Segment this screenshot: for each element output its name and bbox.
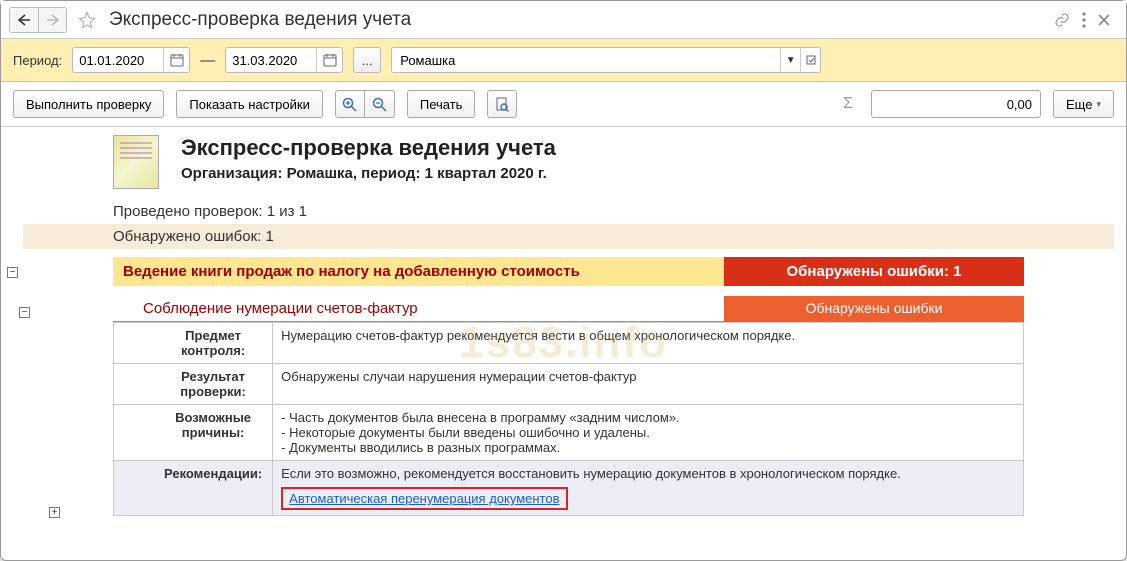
org-select[interactable]: ▼ xyxy=(391,47,821,73)
renumber-link[interactable]: Автоматическая перенумерация документов xyxy=(289,491,559,506)
date-dash: — xyxy=(200,52,215,69)
zoom-group xyxy=(335,90,395,118)
section-header[interactable]: Ведение книги продаж по налогу на добавл… xyxy=(113,257,1024,286)
expand-toggle[interactable]: + xyxy=(49,507,60,518)
org-field[interactable] xyxy=(392,48,780,72)
period-label: Период: xyxy=(13,53,62,68)
report-title: Экспресс-проверка ведения учета xyxy=(181,135,556,161)
date-from-field[interactable] xyxy=(73,53,163,68)
dropdown-icon[interactable]: ▼ xyxy=(780,48,800,72)
print-button[interactable]: Печать xyxy=(407,90,476,118)
forward-button[interactable] xyxy=(38,8,66,32)
calendar-icon[interactable] xyxy=(163,48,189,72)
zoom-in-button[interactable] xyxy=(335,90,365,118)
filter-bar: Период: — ... ▼ xyxy=(1,39,1126,82)
date-to-input[interactable] xyxy=(225,47,343,73)
subsection-title: Соблюдение нумерации счетов-фактур xyxy=(113,296,724,322)
collapse-toggle[interactable]: − xyxy=(19,307,30,318)
recs-label: Рекомендации: xyxy=(114,461,273,516)
titlebar: Экспресс-проверка ведения учета xyxy=(1,1,1126,39)
subsection-status: Обнаружены ошибки xyxy=(724,296,1024,322)
section-status: Обнаружены ошибки: 1 xyxy=(724,257,1024,286)
collapse-toggle[interactable]: − xyxy=(7,267,18,278)
report-body: Экспресс-проверка ведения учета Организа… xyxy=(23,127,1126,516)
window-title: Экспресс-проверка ведения учета xyxy=(109,9,1054,31)
zoom-out-button[interactable] xyxy=(365,90,395,118)
reasons-label: Возможные причины: xyxy=(114,405,273,461)
date-from-input[interactable] xyxy=(72,47,190,73)
document-icon xyxy=(113,135,159,189)
nav-group xyxy=(9,7,67,33)
table-row: Результат проверки: Обнаружены случаи на… xyxy=(114,364,1024,405)
detail-table: Предмет контроля: Нумерацию счетов-факту… xyxy=(113,322,1024,516)
titlebar-actions xyxy=(1054,12,1118,28)
calendar-icon[interactable] xyxy=(316,48,342,72)
recs-text: Если это возможно, рекомендуется восстан… xyxy=(281,466,901,481)
action-toolbar: Выполнить проверку Показать настройки Пе… xyxy=(1,82,1126,127)
date-to-field[interactable] xyxy=(226,53,316,68)
checks-done-row: Проведено проверок: 1 из 1 xyxy=(23,199,1114,224)
subsection-header[interactable]: Соблюдение нумерации счетов-фактур Обнар… xyxy=(113,296,1024,322)
table-row: Рекомендации: Если это возможно, рекомен… xyxy=(114,461,1024,516)
result-label: Результат проверки: xyxy=(114,364,273,405)
section-title: Ведение книги продаж по налогу на добавл… xyxy=(113,257,724,286)
errors-found-row: Обнаружено ошибок: 1 xyxy=(23,224,1114,249)
reasons-text: - Часть документов была внесена в програ… xyxy=(273,405,1024,461)
report-header: Экспресс-проверка ведения учета Организа… xyxy=(23,127,1114,199)
table-row: Предмет контроля: Нумерацию счетов-факту… xyxy=(114,323,1024,364)
period-picker-button[interactable]: ... xyxy=(353,47,381,73)
show-settings-button[interactable]: Показать настройки xyxy=(176,90,322,118)
back-button[interactable] xyxy=(10,8,38,32)
action-link-box: Автоматическая перенумерация документов xyxy=(281,487,567,510)
more-button[interactable]: Еще xyxy=(1053,90,1114,118)
sum-field[interactable] xyxy=(871,90,1041,118)
recs-cell: Если это возможно, рекомендуется восстан… xyxy=(273,461,1024,516)
favorite-button[interactable] xyxy=(73,6,101,34)
close-icon[interactable] xyxy=(1098,14,1110,26)
report-subtitle: Организация: Ромашка, период: 1 квартал … xyxy=(181,165,556,182)
link-icon[interactable] xyxy=(1054,12,1070,28)
run-check-button[interactable]: Выполнить проверку xyxy=(13,90,164,118)
result-text: Обнаружены случаи нарушения нумерации сч… xyxy=(273,364,1024,405)
report-area: 1s83.info − − + Экспресс-проверка ведени… xyxy=(1,127,1126,558)
kebab-icon[interactable] xyxy=(1082,12,1086,28)
sigma-icon: Σ xyxy=(837,95,859,113)
table-row: Возможные причины: - Часть документов бы… xyxy=(114,405,1024,461)
preview-button[interactable] xyxy=(487,90,517,118)
open-icon[interactable] xyxy=(800,48,820,72)
subject-label: Предмет контроля: xyxy=(114,323,273,364)
subject-text: Нумерацию счетов-фактур рекомендуется ве… xyxy=(273,323,1024,364)
tree-gutter: − − + xyxy=(1,127,23,558)
